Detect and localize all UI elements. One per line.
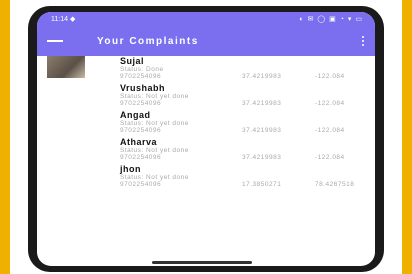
background-frame-right	[402, 0, 412, 274]
complaint-latitude: 37.4219983	[242, 73, 282, 80]
complaint-status: Status: Not yet done	[120, 174, 189, 181]
complaint-status: Status: Not yet done	[120, 120, 189, 127]
complaint-phone: 9702254096	[120, 127, 162, 134]
list-item[interactable]: Atharva Status: Not yet done 9702254096 …	[37, 137, 375, 164]
app-bar: Your Complaints	[37, 28, 375, 56]
complaint-phone: 9702254096	[120, 154, 162, 161]
complaint-name: Sujal	[120, 56, 145, 66]
list-item[interactable]: Sujal Status: Done 9702254096 37.4219983…	[37, 56, 375, 83]
complaint-name: Angad	[120, 110, 151, 120]
complaint-longitude: -122.084	[315, 127, 345, 134]
complaint-longitude: -122.084	[315, 100, 345, 107]
list-item[interactable]: Vrushabh Status: Not yet done 9702254096…	[37, 83, 375, 110]
complaint-name: jhon	[120, 164, 141, 174]
status-bar: 11:14 ◆ ◐ ✉ ◯ ▣ ◔ ▾ ▭	[37, 12, 375, 28]
status-time: 11:14 ◆	[51, 16, 76, 23]
complaints-list: Sujal Status: Done 9702254096 37.4219983…	[37, 56, 375, 191]
complaint-name: Vrushabh	[120, 83, 166, 93]
complaint-longitude: 78.4267518	[315, 181, 355, 188]
complaint-phone: 9702254096	[120, 181, 162, 188]
complaint-status: Status: Done	[120, 66, 164, 73]
complaint-latitude: 37.4219983	[242, 100, 282, 107]
menu-icon[interactable]	[47, 40, 63, 43]
complaint-status: Status: Not yet done	[120, 93, 189, 100]
home-indicator[interactable]	[152, 261, 252, 264]
background-frame-left	[0, 0, 10, 274]
phone-screen: 11:14 ◆ ◐ ✉ ◯ ▣ ◔ ▾ ▭ Your Complaints Su…	[37, 12, 375, 266]
status-indicators: ◐ ✉ ◯ ▣ ◔ ▾ ▭	[299, 16, 363, 23]
complaint-thumbnail	[47, 56, 85, 78]
complaint-name: Atharva	[120, 137, 158, 147]
complaint-latitude: 37.4219983	[242, 127, 282, 134]
complaint-latitude: 17.3850271	[242, 181, 282, 188]
more-options-icon[interactable]	[362, 36, 365, 48]
complaint-phone: 9702254096	[120, 100, 162, 107]
list-item[interactable]: jhon Status: Not yet done 9702254096 17.…	[37, 164, 375, 191]
complaint-longitude: -122.084	[315, 154, 345, 161]
complaint-longitude: -122.084	[315, 73, 345, 80]
complaint-status: Status: Not yet done	[120, 147, 189, 154]
complaint-phone: 9702254096	[120, 73, 162, 80]
list-item[interactable]: Angad Status: Not yet done 9702254096 37…	[37, 110, 375, 137]
page-title: Your Complaints	[97, 36, 199, 47]
complaint-latitude: 37.4219983	[242, 154, 282, 161]
